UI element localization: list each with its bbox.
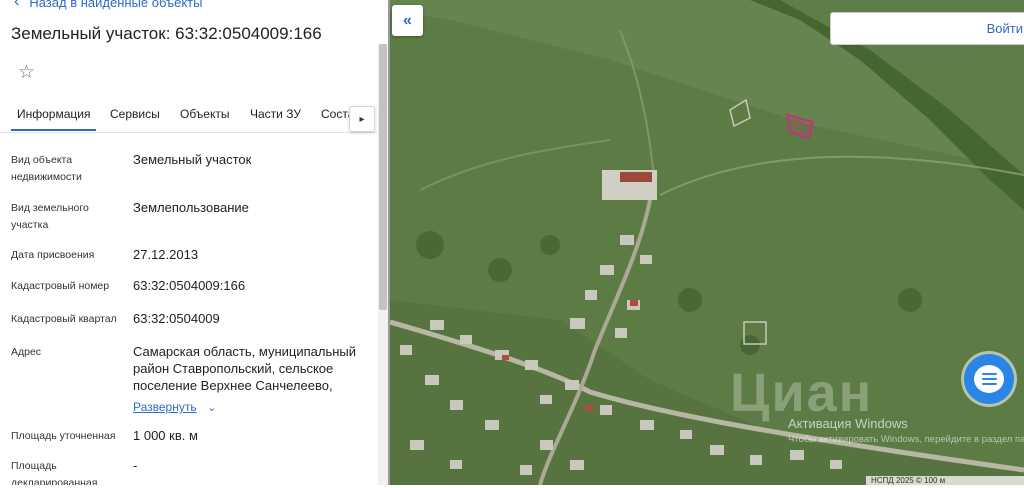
field-label-cadastral-number: Кадастровый номер <box>11 280 110 292</box>
field-value-cadastral-quarter: 63:32:0504009 <box>133 311 220 326</box>
chevron-left-icon: ‹ <box>14 0 20 10</box>
map-farm-roof <box>620 172 652 182</box>
chat-icon <box>974 365 1004 393</box>
field-label-cadastral-quarter: Кадастровый квартал <box>11 313 117 325</box>
tabs-next-button[interactable]: ▸ <box>349 106 375 132</box>
map-attribution: НСПД 2025 © 100 м <box>866 476 1024 488</box>
chevron-right-icon: ▸ <box>359 113 365 125</box>
windows-activation-text: Чтобы активировать Windows, перейдите в … <box>788 434 1024 445</box>
back-link-label: Назад в найденные объекты <box>29 0 203 10</box>
info-panel: ‹ Назад в найденные объекты Земельный уч… <box>0 0 390 485</box>
login-label: Войти <box>986 21 1023 36</box>
field-label-date: Дата присвоения <box>11 249 95 261</box>
login-button[interactable]: Войти <box>830 12 1024 45</box>
field-value-date: 27.12.2013 <box>133 247 199 262</box>
tab-objects[interactable]: Объекты <box>180 107 230 121</box>
cian-watermark: Циан <box>730 363 874 423</box>
windows-activation-title: Активация Windows <box>788 416 908 431</box>
page-title: Земельный участок: 63:32:0504009:166 <box>11 24 322 43</box>
satellite-map[interactable]: Циан Активация Windows Чтобы активироват… <box>390 0 1024 485</box>
star-icon[interactable]: ☆ <box>18 63 35 82</box>
address-expand[interactable]: Развернуть ⌄ <box>133 398 216 416</box>
field-label-address: Адрес <box>11 346 42 358</box>
scrollbar-thumb[interactable] <box>379 44 387 310</box>
chat-button[interactable] <box>964 354 1014 404</box>
field-label-object-type: Вид объекта недвижимости <box>11 154 82 183</box>
field-value-area: 1 000 кв. м <box>133 428 198 443</box>
tab-information[interactable]: Информация <box>10 107 98 131</box>
field-label-land-type: Вид земельного участка <box>11 202 89 231</box>
field-value-land-type: Землепользование <box>133 200 249 215</box>
field-value-cadastral-number: 63:32:0504009:166 <box>133 278 246 293</box>
expand-link[interactable]: Развернуть <box>133 400 197 414</box>
chevron-down-icon: ⌄ <box>207 402 217 414</box>
field-value-object-type: Земельный участок <box>133 152 252 167</box>
field-label-area: Площадь уточненная <box>11 430 116 442</box>
tab-parts[interactable]: Части ЗУ <box>250 107 301 121</box>
field-value-declared-area: - <box>133 458 138 473</box>
field-value-address: Самарская область, муниципальный район С… <box>133 344 357 393</box>
back-link[interactable]: ‹ Назад в найденные объекты <box>14 0 202 10</box>
double-chevron-left-icon: « <box>403 11 412 29</box>
tab-bar: Информация Сервисы Объекты Части ЗУ Сост… <box>0 96 378 133</box>
collapse-panel-button[interactable]: « <box>392 5 423 36</box>
field-label-declared-area: Площадь декларированная <box>11 460 98 485</box>
tab-services[interactable]: Сервисы <box>110 107 160 121</box>
map-imagery <box>390 0 1024 485</box>
